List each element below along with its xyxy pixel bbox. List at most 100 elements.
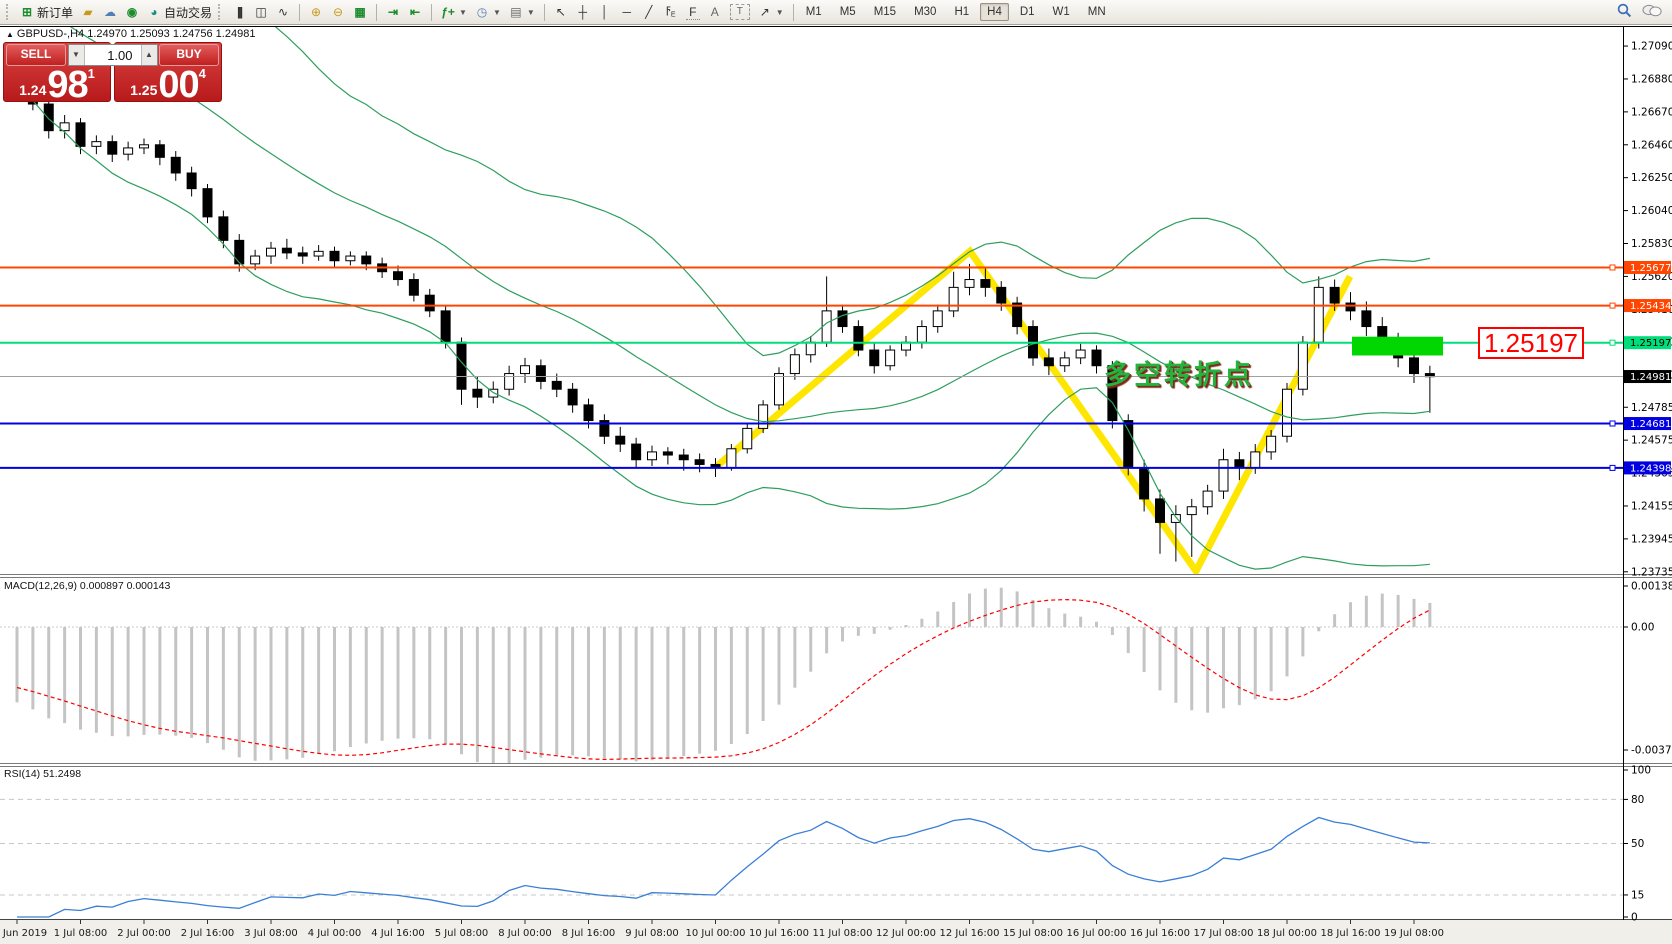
price-tick: 1.27090 (1631, 41, 1672, 53)
new-order-label: 新订单 (37, 4, 73, 21)
add-indicator-icon: ƒ+ (441, 5, 455, 19)
arrow-shape-icon: ↗ (758, 5, 772, 19)
collapse-arrow-icon[interactable]: ▲ (6, 30, 14, 39)
macd-tick: -0.003771 (1631, 745, 1672, 757)
hline-handle[interactable] (1610, 303, 1615, 308)
chart-shift-button[interactable]: ⇤ (404, 4, 426, 20)
equidistant-channel-tool[interactable]: ϝE (660, 1, 682, 23)
time-label: 18 Jul 16:00 (1321, 928, 1381, 939)
new-order-icon: ⊞ (20, 5, 34, 19)
profile-button[interactable]: ☁ (99, 4, 121, 20)
text-icon: A (708, 5, 722, 19)
mt4-window: ⊞ 新订单 ▰ ☁ ◉ ◕ 自动交易 ||| ◫ ∿ ⊕ ⊖ ▦ ⇥ ⇤ ƒ+ ▼… (0, 0, 1672, 944)
timeframe-d1[interactable]: D1 (1013, 3, 1042, 21)
hline-handle[interactable] (1610, 340, 1615, 345)
zigzag-annotation[interactable] (717, 251, 1350, 571)
chevron-down-icon: ▼ (459, 8, 467, 17)
time-label: 11 Jul 08:00 (813, 928, 873, 939)
zoom-in-button[interactable]: ⊕ (305, 4, 327, 20)
price-tick: 1.24785 (1631, 402, 1672, 414)
svg-text:1.25197: 1.25197 (1630, 338, 1671, 349)
line-chart-button[interactable]: ∿ (272, 4, 294, 20)
zoom-out-button[interactable]: ⊖ (327, 4, 349, 20)
timeframe-m5[interactable]: M5 (833, 3, 863, 21)
svg-text:1.24398: 1.24398 (1630, 463, 1671, 474)
volume-stepper[interactable]: ▼ 1.00 ▲ (68, 44, 158, 66)
gold-button[interactable]: ▰ (77, 4, 99, 20)
arrows-tool[interactable]: ↗▼ (754, 4, 788, 20)
auto-trading-button[interactable]: ◕ 自动交易 (143, 3, 216, 22)
volume-value[interactable]: 1.00 (85, 48, 141, 63)
bar-chart-button[interactable]: ||| (228, 4, 250, 20)
new-order-button[interactable]: ⊞ 新订单 (16, 3, 77, 22)
price-chart[interactable]: 1.270901.268801.266701.264601.262501.260… (0, 26, 1672, 944)
vertical-line-tool[interactable]: │ (594, 4, 616, 20)
buy-button[interactable]: BUY (159, 44, 219, 66)
rsi-line (17, 818, 1430, 918)
trendline-tool[interactable]: ╱ (638, 4, 660, 20)
toolbar-drag-handle[interactable] (6, 4, 12, 20)
time-label: 12 Jul 00:00 (876, 928, 936, 939)
search-icon[interactable] (1617, 3, 1632, 21)
crosshair-icon: ┼ (576, 5, 590, 19)
rsi-tick: 100 (1631, 765, 1651, 777)
timeframe-h1[interactable]: H1 (947, 3, 976, 21)
candlesticks (13, 59, 1435, 562)
templates-button[interactable]: ▤▼ (505, 4, 539, 20)
cursor-tool[interactable]: ↖ (550, 4, 572, 20)
svg-text:1.24981: 1.24981 (1630, 372, 1671, 383)
time-label: 18 Jul 00:00 (1257, 928, 1317, 939)
time-label: 4 Jul 00:00 (308, 928, 362, 939)
price-tick: 1.24155 (1631, 500, 1672, 512)
hline-handle[interactable] (1610, 421, 1615, 426)
rsi-label: RSI(14) 51.2498 (4, 768, 81, 780)
timeframe-w1[interactable]: W1 (1046, 3, 1077, 21)
sell-button[interactable]: SELL (6, 44, 66, 66)
green-highlight-box[interactable] (1352, 337, 1443, 356)
macd-panel (0, 588, 1623, 766)
price-tag-1.24398: 1.24398 (1624, 461, 1671, 474)
tile-windows-button[interactable]: ▦ (349, 4, 371, 20)
volume-decrease-button[interactable]: ▼ (69, 45, 85, 65)
sell-price[interactable]: 1.24981 (3, 64, 111, 102)
time-label: 10 Jul 16:00 (749, 928, 809, 939)
chart-title: ▲GBPUSD-,H4 1.24970 1.25093 1.24756 1.24… (6, 28, 255, 40)
time-label: 2 Jul 00:00 (117, 928, 171, 939)
hline-handle[interactable] (1610, 265, 1615, 270)
price-callout-box: 1.25197 (1478, 327, 1584, 359)
time-label: 10 Jul 00:00 (686, 928, 746, 939)
timeframe-h4[interactable]: H4 (980, 3, 1009, 21)
fibonacci-tool[interactable]: F (682, 4, 704, 21)
hline-handle[interactable] (1610, 465, 1615, 470)
auto-trading-icon: ◕ (147, 5, 161, 19)
rsi-tick: 80 (1631, 794, 1644, 806)
macd-signal-line (17, 600, 1430, 760)
horizontal-line-tool[interactable]: ─ (616, 4, 638, 20)
volume-increase-button[interactable]: ▲ (141, 45, 157, 65)
signals-button[interactable]: ◉ (121, 4, 143, 20)
crosshair-tool[interactable]: ┼ (572, 4, 594, 20)
timeframe-mn[interactable]: MN (1081, 3, 1113, 21)
text-tool[interactable]: A (704, 4, 726, 20)
toolbar-drag-handle[interactable] (218, 4, 224, 20)
price-tag-1.25677: 1.25677 (1624, 261, 1671, 274)
chevron-down-icon: ▼ (493, 8, 501, 17)
indicators-button[interactable]: ƒ+ ▼ (437, 4, 471, 20)
time-label: 19 Jul 08:00 (1384, 928, 1444, 939)
auto-scroll-button[interactable]: ⇥ (382, 4, 404, 20)
timeframe-bar: M1M5M15M30H1H4D1W1MN (799, 3, 1113, 21)
time-label: 8 Jul 00:00 (498, 928, 552, 939)
price-tick: 1.26880 (1631, 73, 1672, 85)
text-label-tool[interactable]: T (726, 3, 754, 21)
timeframe-m15[interactable]: M15 (867, 3, 903, 21)
buy-price[interactable]: 1.25004 (114, 64, 222, 102)
periods-button[interactable]: ◷▼ (471, 4, 505, 20)
price-tick: 1.26670 (1631, 106, 1672, 118)
time-label: 12 Jul 16:00 (940, 928, 1000, 939)
auto-scroll-icon: ⇥ (386, 5, 400, 19)
candlestick-chart-button[interactable]: ◫ (250, 4, 272, 20)
timeframe-m1[interactable]: M1 (799, 3, 829, 21)
timeframe-m30[interactable]: M30 (907, 3, 943, 21)
price-tag-1.25434: 1.25434 (1624, 299, 1671, 312)
chat-icon[interactable] (1642, 4, 1662, 21)
